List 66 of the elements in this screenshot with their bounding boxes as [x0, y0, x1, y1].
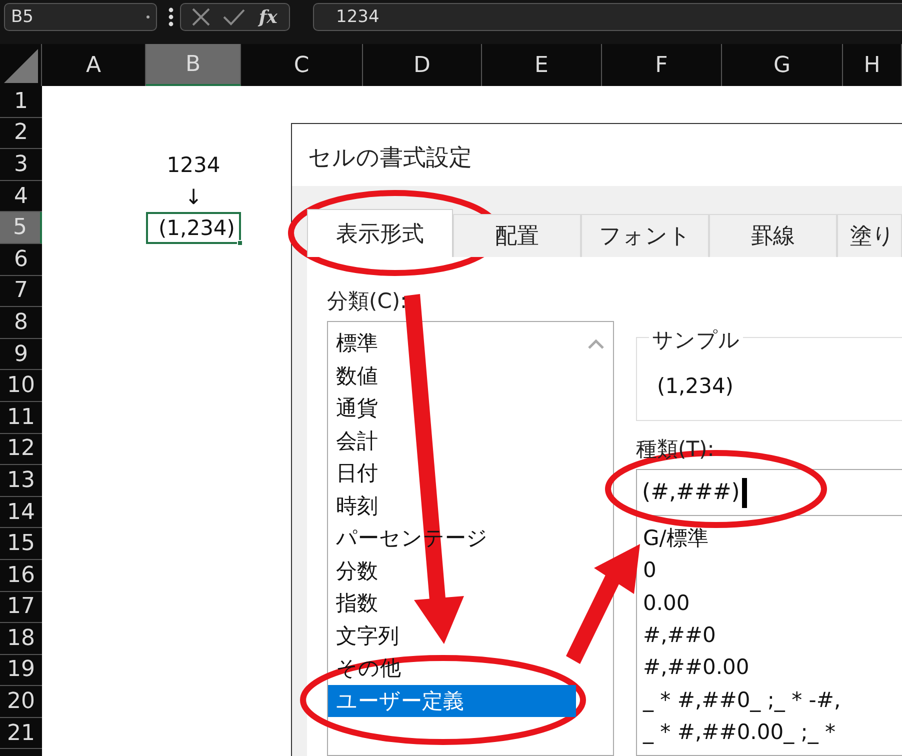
format-item[interactable]: G/標準 — [643, 522, 902, 554]
category-item[interactable]: 標準 — [336, 327, 576, 360]
tab[interactable]: 罫線 — [709, 214, 837, 257]
row-header[interactable]: 16 — [0, 560, 42, 592]
category-item[interactable]: 文字列 — [336, 620, 576, 652]
row-header[interactable]: 6 — [0, 244, 42, 276]
caret-icon — [146, 15, 150, 19]
row-header[interactable]: 17 — [0, 592, 42, 624]
row-header[interactable]: 12 — [0, 434, 42, 466]
name-box[interactable]: B5 — [4, 3, 157, 31]
column-header[interactable]: F — [602, 44, 722, 86]
format-item[interactable]: 0 — [643, 554, 902, 587]
format-item[interactable]: #,##0 — [643, 618, 902, 652]
cell-text[interactable]: ↓ — [146, 180, 241, 212]
category-item[interactable]: 通貨 — [336, 392, 576, 424]
category-item[interactable]: 日付 — [336, 457, 576, 490]
category-item[interactable]: ユーザー定義 — [328, 684, 576, 717]
column-header[interactable]: H — [843, 44, 902, 86]
row-header[interactable]: 8 — [0, 307, 42, 339]
row-header[interactable]: 7 — [0, 276, 42, 308]
row-header[interactable]: 3 — [0, 149, 42, 181]
row-header[interactable]: 14 — [0, 496, 42, 528]
check-icon[interactable] — [222, 8, 246, 26]
column-header[interactable]: E — [482, 44, 602, 86]
text-cursor — [742, 478, 747, 508]
row-header[interactable]: 2 — [0, 118, 42, 150]
insert-function-button[interactable]: fx — [256, 6, 280, 28]
type-input-field[interactable]: (#,###) — [636, 469, 902, 516]
sample-value: (1,234) — [657, 374, 734, 398]
category-item[interactable]: 数値 — [336, 360, 576, 392]
selected-cell[interactable]: (1,234) — [146, 212, 241, 244]
row-header[interactable]: 1 — [0, 86, 42, 118]
row-header[interactable]: 21 — [0, 718, 42, 750]
fill-handle[interactable] — [237, 240, 243, 246]
tab[interactable]: 配置 — [453, 214, 581, 257]
row-header[interactable]: 20 — [0, 686, 42, 718]
formula-field[interactable]: 1234 — [313, 3, 902, 31]
format-item[interactable]: 0.00 — [643, 586, 902, 619]
format-item[interactable]: _ * #,##0.00_ ;_ * — [643, 716, 902, 748]
column-header[interactable]: B — [146, 44, 241, 86]
row-header[interactable]: 13 — [0, 465, 42, 497]
triangle-icon — [4, 49, 38, 83]
row-header[interactable]: 15 — [0, 528, 42, 560]
tab[interactable]: 塗り — [837, 214, 902, 257]
row-header[interactable]: 18 — [0, 623, 42, 655]
cancel-icon[interactable] — [190, 7, 211, 27]
more-icon[interactable] — [168, 7, 174, 27]
tab[interactable]: フォント — [581, 214, 709, 257]
format-item[interactable]: _ * #,##0_ ;_ * -#, — [643, 683, 902, 716]
cell-text[interactable]: 1234 — [146, 149, 241, 181]
row-header[interactable]: 5 — [0, 212, 42, 244]
column-header[interactable]: G — [722, 44, 843, 86]
row-header[interactable]: 11 — [0, 402, 42, 434]
column-header[interactable]: C — [241, 44, 363, 86]
category-item[interactable]: 会計 — [336, 424, 576, 457]
category-item[interactable]: 分数 — [336, 554, 576, 587]
dialog-title: セルの書式設定 — [292, 124, 902, 186]
row-header[interactable]: 9 — [0, 338, 42, 370]
row-header[interactable]: 10 — [0, 370, 42, 402]
column-header[interactable]: D — [363, 44, 482, 86]
format-item[interactable]: #,##0.00 — [643, 651, 902, 684]
row-header[interactable]: 19 — [0, 654, 42, 686]
category-label: 分類(C): — [327, 288, 408, 315]
tab[interactable]: 表示形式 — [307, 209, 453, 257]
category-item[interactable]: 指数 — [336, 587, 576, 620]
category-item[interactable]: 時刻 — [336, 490, 576, 522]
